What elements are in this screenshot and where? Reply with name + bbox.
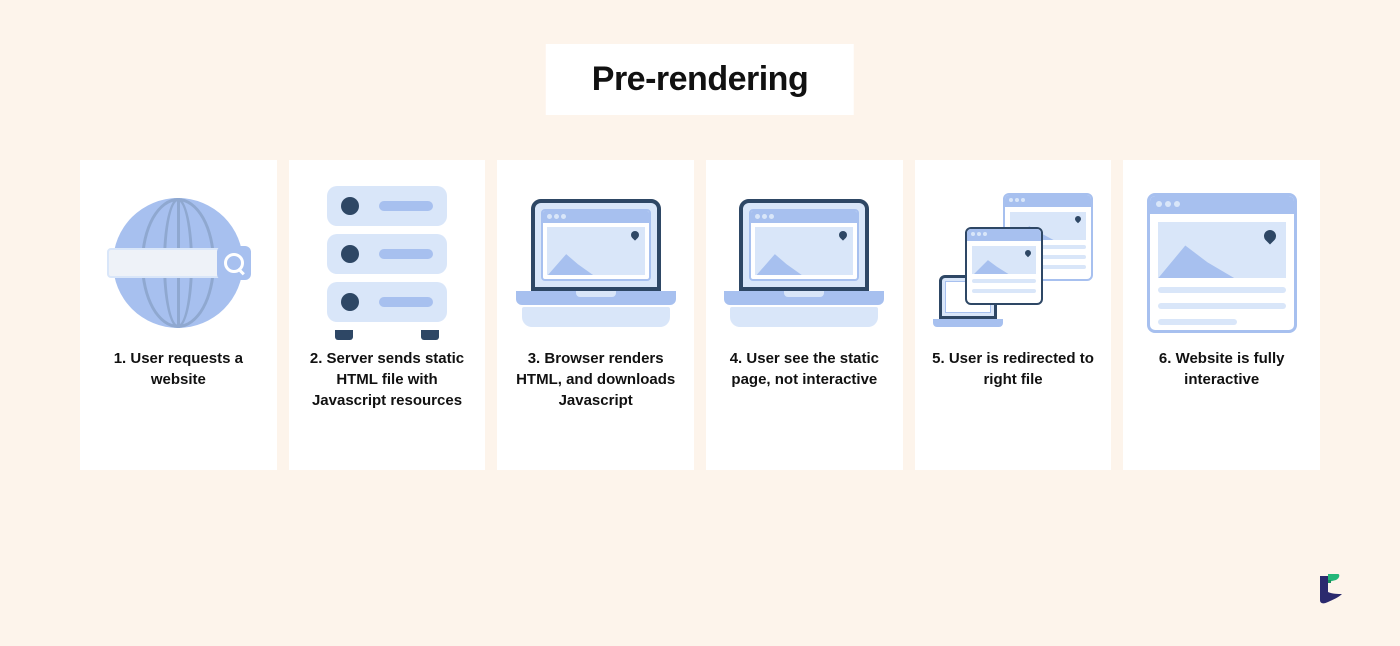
step-card-4: 4. User see the static page, not interac… [706,160,903,470]
laptop-static-icon [724,199,884,327]
server-icon [327,186,447,340]
diagram-title: Pre-rendering [592,60,808,99]
search-icon [217,246,251,280]
step-2-caption: 2. Server sends static HTML file with Ja… [301,348,474,411]
step-3-icon-zone [509,178,682,348]
step-card-2: 2. Server sends static HTML file with Ja… [289,160,486,470]
step-3-caption: 3. Browser renders HTML, and downloads J… [509,348,682,411]
step-2-icon-zone [301,178,474,348]
step-4-caption: 4. User see the static page, not interac… [718,348,891,390]
browser-interactive-icon [1147,193,1297,333]
step-card-1: 1. User requests a website [80,160,277,470]
steps-row: 1. User requests a website 2. Server sen… [80,160,1320,470]
step-6-icon-zone [1135,178,1308,348]
step-4-icon-zone [718,178,891,348]
step-card-3: 3. Browser renders HTML, and downloads J… [497,160,694,470]
globe-search-icon [113,198,243,328]
redirect-windows-icon [933,193,1093,333]
step-5-icon-zone [927,178,1100,348]
step-1-icon-zone [92,178,265,348]
step-1-caption: 1. User requests a website [92,348,265,390]
brand-logo-icon [1314,570,1350,606]
step-6-caption: 6. Website is fully interactive [1135,348,1308,390]
browser-window-front-icon [965,227,1043,305]
laptop-browser-icon [516,199,676,327]
step-5-caption: 5. User is redirected to right file [927,348,1100,390]
step-card-5: 5. User is redirected to right file [915,160,1112,470]
title-box: Pre-rendering [546,44,854,115]
step-card-6: 6. Website is fully interactive [1123,160,1320,470]
